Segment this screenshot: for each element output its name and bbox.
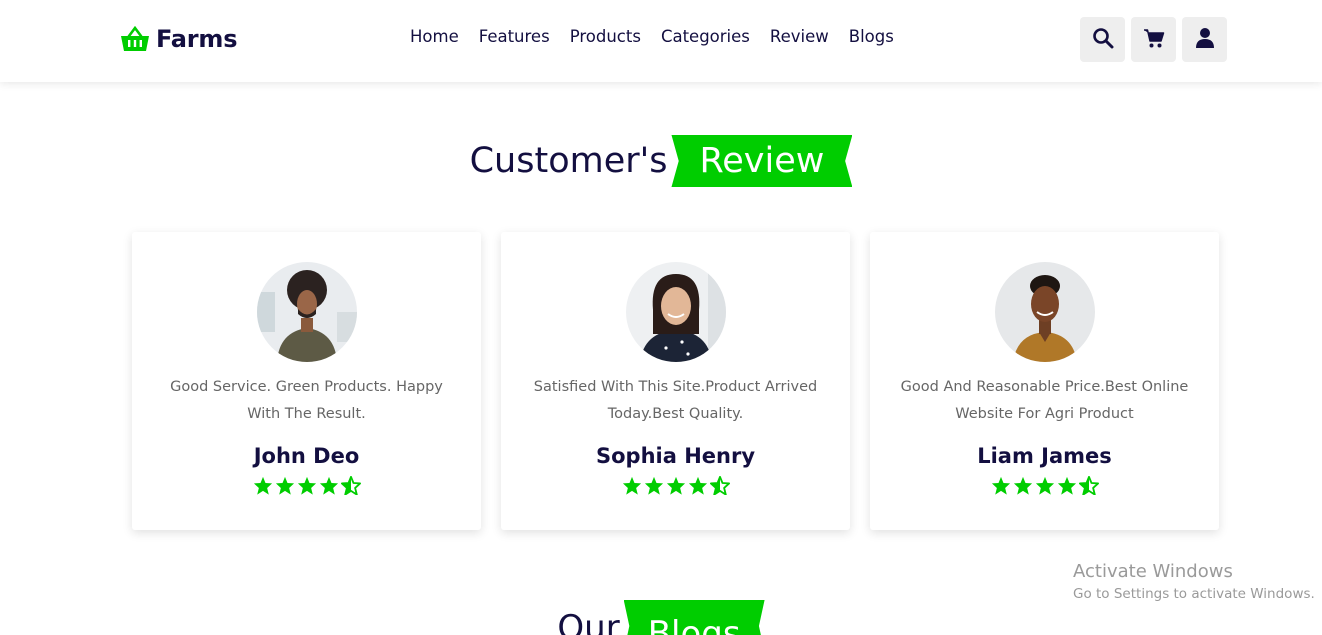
brand-name: Farms xyxy=(156,25,238,53)
star-icon xyxy=(666,476,686,499)
basket-icon xyxy=(120,26,150,52)
star-icon xyxy=(319,476,339,499)
blogs-heading-main: Our xyxy=(557,608,620,635)
star-half-icon xyxy=(340,475,361,499)
star-rating xyxy=(501,475,850,499)
star-icon xyxy=(991,476,1011,499)
review-text: Satisfied With This Site.Product Arrived… xyxy=(533,379,818,422)
star-icon xyxy=(1035,476,1055,499)
reviewer-name: Sophia Henry xyxy=(595,444,756,468)
review-text: Good Service. Green Products. Happy With… xyxy=(170,379,443,422)
avatar xyxy=(625,262,726,362)
star-half-icon xyxy=(709,475,730,499)
star-icon xyxy=(1013,476,1033,499)
nav-home[interactable]: Home xyxy=(400,27,469,46)
star-rating xyxy=(132,475,481,499)
star-icon xyxy=(622,476,642,499)
star-icon xyxy=(644,476,664,499)
review-card: Satisfied With This Site.Product Arrived… xyxy=(501,232,850,530)
watermark-title: Activate Windows xyxy=(1073,561,1233,582)
cart-icon xyxy=(1143,27,1165,53)
main-nav: Home Features Products Categories Review… xyxy=(400,27,904,46)
header-icons xyxy=(1080,17,1227,62)
account-button[interactable] xyxy=(1182,17,1227,62)
cart-button[interactable] xyxy=(1131,17,1176,62)
star-icon xyxy=(297,476,317,499)
star-icon xyxy=(688,476,708,499)
nav-categories[interactable]: Categories xyxy=(651,27,760,46)
star-icon xyxy=(1057,476,1077,499)
avatar xyxy=(256,262,357,362)
reviewer-name: John Deo xyxy=(253,444,360,468)
logo[interactable]: Farms xyxy=(120,24,238,54)
site-header: Farms Home Features Products Categories … xyxy=(0,0,1322,82)
user-icon xyxy=(1195,27,1215,53)
nav-features[interactable]: Features xyxy=(469,27,560,46)
avatar xyxy=(994,262,1095,362)
review-cards: Good Service. Green Products. Happy With… xyxy=(132,232,1219,530)
review-heading-flag: Review xyxy=(671,135,853,187)
review-card: Good And Reasonable Price.Best Online We… xyxy=(870,232,1219,530)
nav-products[interactable]: Products xyxy=(560,27,651,46)
activate-windows-watermark: Activate Windows Go to Settings to activ… xyxy=(1073,561,1315,602)
nav-review[interactable]: Review xyxy=(760,27,839,46)
reviewer-name: Liam James xyxy=(977,444,1112,468)
star-rating xyxy=(870,475,1219,499)
review-heading: Customer's Review xyxy=(0,134,1322,188)
star-half-icon xyxy=(1078,475,1099,499)
search-button[interactable] xyxy=(1080,17,1125,62)
watermark-subtitle: Go to Settings to activate Windows. xyxy=(1073,586,1315,602)
review-heading-main: Customer's xyxy=(469,141,668,181)
search-icon xyxy=(1092,27,1114,53)
review-card: Good Service. Green Products. Happy With… xyxy=(132,232,481,530)
blogs-heading: Our Blogs xyxy=(0,600,1322,635)
nav-blogs[interactable]: Blogs xyxy=(839,27,904,46)
star-icon xyxy=(275,476,295,499)
blogs-heading-flag: Blogs xyxy=(623,600,765,635)
review-text: Good And Reasonable Price.Best Online We… xyxy=(900,379,1189,422)
star-icon xyxy=(253,476,273,499)
